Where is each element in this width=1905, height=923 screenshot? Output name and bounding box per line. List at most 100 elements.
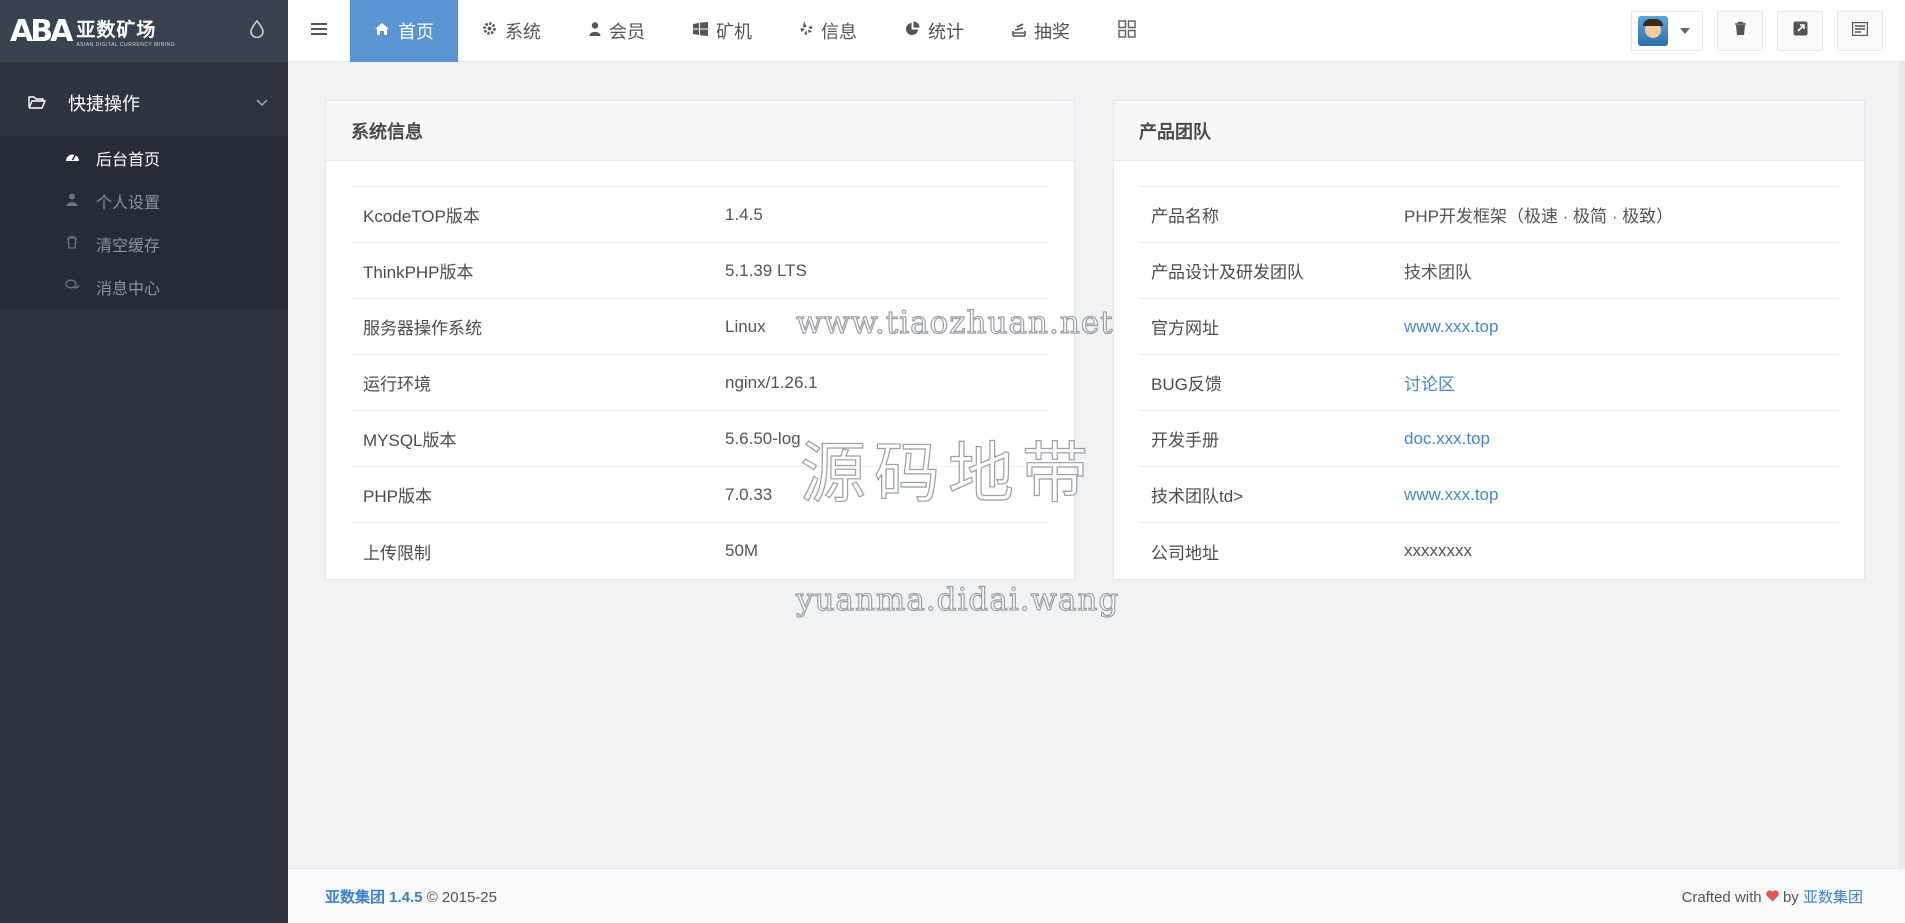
tab-label: 首页 xyxy=(398,21,434,42)
tab-members[interactable]: 会员 xyxy=(565,0,669,62)
row-key: 服务器操作系统 xyxy=(363,319,482,338)
system-info-table: KcodeTOP版本 1.4.5 ThinkPHP版本 5.1.39 LTS 服务器… xyxy=(351,186,1049,579)
sidebar: ABA 亚数矿场 ASIAN DIGITAL CURRENCY MINING 快… xyxy=(0,0,288,923)
row-key: 公司地址 xyxy=(1151,543,1219,563)
row-key: 产品设计及研发团队 xyxy=(1151,263,1304,282)
tab-statistics[interactable]: 统计 xyxy=(881,0,988,62)
yelp-icon xyxy=(800,21,813,40)
folder-open-icon xyxy=(28,93,47,114)
sidebar-item-label: 清空缓存 xyxy=(96,237,161,255)
row-key: 开发手册 xyxy=(1151,431,1219,450)
menu-toggle-button[interactable] xyxy=(288,0,350,62)
table-row: 官方网址 www.xxx.top xyxy=(1139,299,1839,355)
footer-left: 亚数集团 1.4.5 © 2015-25 xyxy=(325,886,497,907)
windows-icon xyxy=(693,21,708,40)
row-key: ThinkPHP版本 xyxy=(363,263,474,282)
tab-label: 信息 xyxy=(821,21,857,42)
tab-label: 统计 xyxy=(928,21,964,42)
official-site-link[interactable]: www.xxx.top xyxy=(1404,317,1498,337)
sidebar-item-label: 个人设置 xyxy=(96,194,161,212)
sidebar-item-clear-cache[interactable]: 清空缓存 xyxy=(0,222,288,265)
row-key: BUG反馈 xyxy=(1151,375,1222,394)
scrollbar[interactable] xyxy=(1899,62,1905,868)
row-key: 上传限制 xyxy=(363,543,431,563)
row-key: MYSQL版本 xyxy=(363,431,457,450)
logo-title: 亚数矿场 xyxy=(76,19,157,41)
watermark-url: www.tiaozhuan.net xyxy=(795,304,1114,341)
footer-by-link[interactable]: 亚数集团 xyxy=(1803,889,1863,906)
topbar: 首页 系统 会员 矿机 信息 统计 抽奖 xyxy=(288,0,1905,62)
sidebar-group-label: 快捷操作 xyxy=(68,94,140,114)
card-title: 产品团队 xyxy=(1114,101,1864,161)
trash-icon xyxy=(64,235,80,252)
row-value: 1.4.5 xyxy=(725,204,763,224)
footer-by: by xyxy=(1782,888,1799,906)
hamburger-icon xyxy=(311,19,327,42)
sidebar-item-label: 后台首页 xyxy=(96,151,161,169)
tab-label: 抽奖 xyxy=(1034,21,1070,42)
row-key: 官方网址 xyxy=(1151,319,1219,338)
logo[interactable]: ABA 亚数矿场 ASIAN DIGITAL CURRENCY MINING xyxy=(10,14,175,49)
product-team-card: 产品团队 产品名称 PHP开发框架（极速 · 极简 · 极致） 产品设计及研发团队… xyxy=(1113,100,1865,580)
trash-icon xyxy=(1734,21,1747,41)
row-value: xxxxxxxx xyxy=(1404,541,1472,560)
table-row: 运行环境 nginx/1.26.1 xyxy=(351,355,1049,411)
heart-icon xyxy=(1766,889,1783,906)
sidebar-item-messages[interactable]: 消息中心 xyxy=(0,265,288,308)
tab-label: 会员 xyxy=(609,21,645,42)
user-menu[interactable] xyxy=(1631,11,1703,51)
sidebar-item-profile[interactable]: 个人设置 xyxy=(0,179,288,222)
avatar xyxy=(1638,16,1668,46)
stack-icon xyxy=(1012,21,1026,41)
app-grid-button[interactable] xyxy=(1094,0,1160,62)
docs-link[interactable]: doc.xxx.top xyxy=(1404,429,1490,449)
tab-label: 矿机 xyxy=(716,21,752,42)
settings-panel-button[interactable] xyxy=(1837,11,1883,51)
row-value: 5.1.39 LTS xyxy=(725,260,807,280)
row-value: Linux xyxy=(725,316,766,336)
footer-right: Crafted with by 亚数集团 xyxy=(1682,886,1863,907)
dashboard-icon xyxy=(64,150,80,166)
table-row: 技术团队td> www.xxx.top xyxy=(1139,467,1839,523)
clear-cache-button[interactable] xyxy=(1717,11,1763,51)
top-nav: 首页 系统 会员 矿机 信息 统计 抽奖 xyxy=(350,0,1160,62)
tab-miners[interactable]: 矿机 xyxy=(669,0,776,62)
tab-system[interactable]: 系统 xyxy=(458,0,565,62)
table-row: 公司地址 xxxxxxxx xyxy=(1139,523,1839,579)
watermark-url-2: yuanma.didai.wang xyxy=(795,581,1120,618)
bug-forum-link[interactable]: 讨论区 xyxy=(1404,370,1455,395)
table-row: KcodeTOP版本 1.4.5 xyxy=(351,187,1049,243)
open-external-button[interactable] xyxy=(1777,11,1823,51)
row-key: 技术团队td> xyxy=(1151,487,1244,506)
row-key: 运行环境 xyxy=(363,375,431,394)
footer-brand-link[interactable]: 亚数集团 1.4.5 xyxy=(325,889,423,906)
droplet-icon[interactable] xyxy=(250,19,264,43)
logo-subtitle: ASIAN DIGITAL CURRENCY MINING xyxy=(76,41,176,48)
tab-lottery[interactable]: 抽奖 xyxy=(988,0,1094,62)
row-value: PHP开发框架（极速 · 极简 · 极致） xyxy=(1404,207,1674,226)
table-row: 开发手册 doc.xxx.top xyxy=(1139,411,1839,467)
table-row: 上传限制 50M xyxy=(351,523,1049,579)
topbar-actions xyxy=(1631,0,1905,62)
sidebar-group-quick-actions[interactable]: 快捷操作 xyxy=(0,70,288,136)
row-value: 7.0.33 xyxy=(725,484,773,504)
watermark-title: 源码地带 xyxy=(799,434,1096,512)
chat-icon xyxy=(64,279,80,295)
sidebar-item-dashboard[interactable]: 后台首页 xyxy=(0,136,288,179)
tab-home[interactable]: 首页 xyxy=(350,0,458,62)
home-icon xyxy=(374,22,390,40)
table-row: 产品名称 PHP开发框架（极速 · 极简 · 极致） xyxy=(1139,187,1839,243)
tab-info[interactable]: 信息 xyxy=(776,0,881,62)
team-site-link[interactable]: www.xxx.top xyxy=(1404,485,1498,505)
footer: 亚数集团 1.4.5 © 2015-25 Crafted with by 亚数集… xyxy=(288,868,1905,923)
tab-label: 系统 xyxy=(505,21,541,42)
row-key: 产品名称 xyxy=(1151,207,1219,226)
logo-mark: ABA xyxy=(10,13,73,49)
external-link-icon xyxy=(1793,21,1808,41)
card-title: 系统信息 xyxy=(326,101,1074,161)
row-value: nginx/1.26.1 xyxy=(725,372,818,392)
user-icon xyxy=(64,193,80,209)
sidebar-submenu: 后台首页 个人设置 清空缓存 消息中心 xyxy=(0,136,288,310)
sidebar-item-label: 消息中心 xyxy=(96,280,161,298)
caret-down-icon xyxy=(1680,26,1690,37)
